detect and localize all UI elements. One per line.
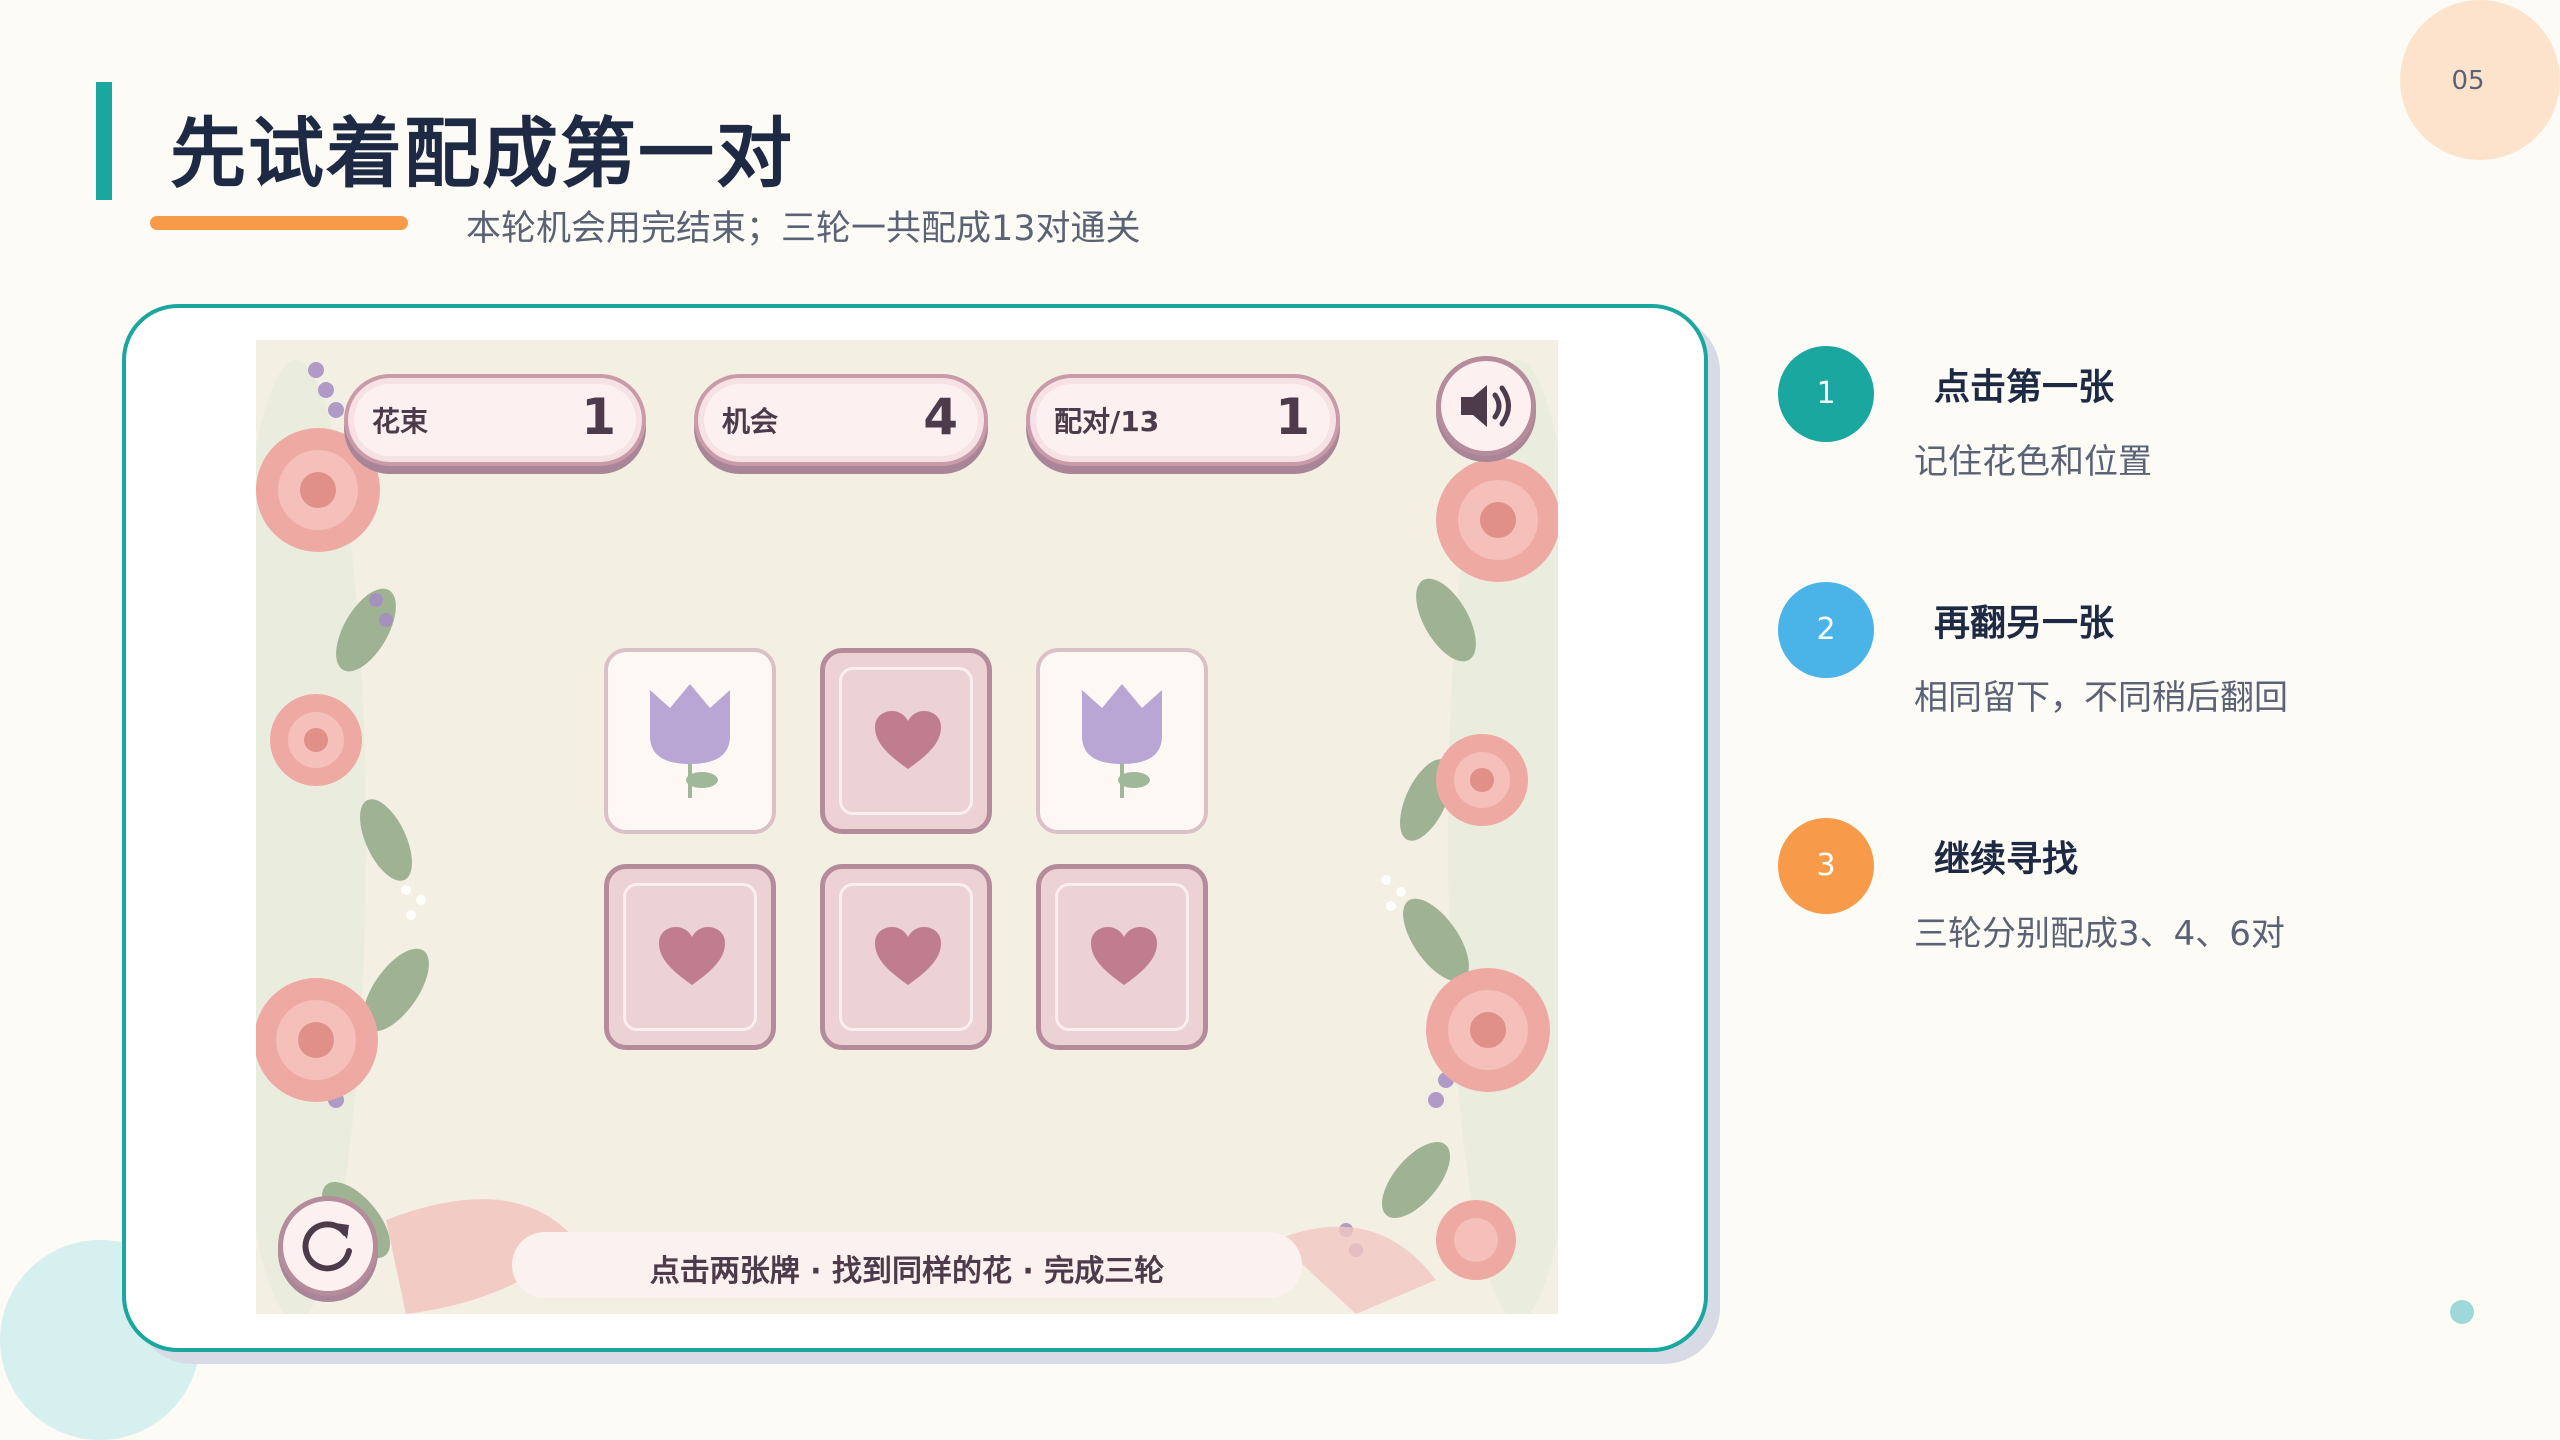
step-2-badge: 2	[1778, 582, 1874, 678]
card-3[interactable]	[1036, 648, 1208, 834]
stat-pairs-label: 配对/13	[1054, 405, 1160, 438]
page-title: 先试着配成第一对	[170, 109, 794, 198]
card-5[interactable]	[820, 864, 992, 1050]
restart-button[interactable]	[278, 1196, 378, 1296]
heart-icon	[1091, 927, 1157, 985]
page-number: 05	[2451, 66, 2485, 96]
stat-chances-label: 机会	[722, 405, 779, 438]
step-3-title: 继续寻找	[1934, 839, 2079, 880]
heart-icon	[875, 927, 941, 985]
step-2-desc: 相同留下，不同稍后翻回	[1914, 678, 2288, 718]
step-1-badge: 1	[1778, 346, 1874, 442]
step-3-badge: 3	[1778, 818, 1874, 914]
restart-icon	[302, 1221, 352, 1272]
step-1-title: 点击第一张	[1934, 367, 2115, 408]
stat-chances-value: 4	[923, 388, 958, 446]
step-2-title: 再翻另一张	[1934, 603, 2115, 644]
heart-icon	[875, 711, 941, 769]
card-6[interactable]	[1036, 864, 1208, 1050]
game-screen: 花束 1 机会 4 配对/13 1 点击两张牌 · 找到同样的花 · 完成三轮	[256, 340, 1558, 1314]
hint-text: 点击两张牌 · 找到同样的花 · 完成三轮	[649, 1254, 1165, 1289]
stat-bouquets: 花束 1	[344, 374, 646, 466]
card-4[interactable]	[604, 864, 776, 1050]
stat-pairs: 配对/13 1	[1026, 374, 1340, 466]
hint-bar: 点击两张牌 · 找到同样的花 · 完成三轮	[512, 1232, 1302, 1298]
title-underline	[150, 216, 408, 230]
decorative-dot	[2450, 1300, 2474, 1324]
card-1[interactable]	[604, 648, 776, 834]
sound-button[interactable]	[1436, 356, 1536, 456]
step-3-desc: 三轮分别配成3、4、6对	[1914, 914, 2285, 954]
stat-bouquets-value: 1	[581, 388, 616, 446]
speaker-icon	[1461, 385, 1511, 427]
page-subtitle: 本轮机会用完结束；三轮一共配成13对通关	[466, 209, 1141, 249]
step-1-desc: 记住花色和位置	[1914, 442, 2152, 482]
stat-pairs-value: 1	[1275, 388, 1310, 446]
stat-chances: 机会 4	[694, 374, 988, 466]
tulip-icon	[650, 684, 730, 798]
stat-bouquets-label: 花束	[372, 405, 429, 438]
title-accent-bar	[96, 82, 112, 200]
heart-icon	[659, 927, 725, 985]
tulip-icon	[1082, 684, 1162, 798]
card-2[interactable]	[820, 648, 992, 834]
